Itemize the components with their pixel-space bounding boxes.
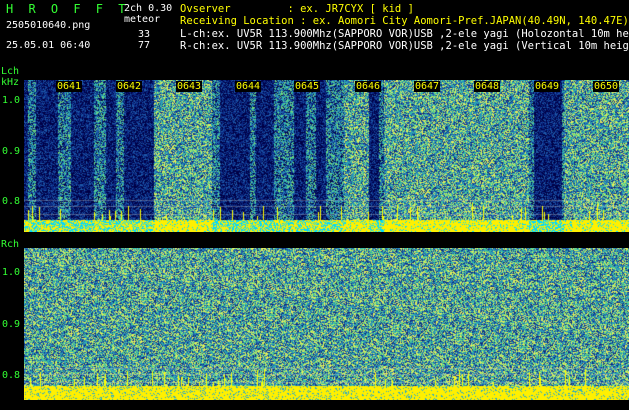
time-label-0641: 0641 <box>56 81 83 92</box>
time-label-0648: 0648 <box>474 81 501 92</box>
mode-label: 2ch 0.30 <box>124 3 173 14</box>
time-label-0643: 0643 <box>176 81 203 92</box>
datetime: 25.05.01 06:40 <box>6 40 91 51</box>
time-label-0647: 0647 <box>414 81 441 92</box>
location-info: Receiving Location : ex. Aomori City Aom… <box>180 15 629 27</box>
observer-info: Ovserver : ex. JR7CYX [ kid ] <box>180 3 414 15</box>
lch-tick-0-8: 0.8 <box>2 196 21 207</box>
time-label-0644: 0644 <box>235 81 262 92</box>
rch-tick-0-8: 0.8 <box>2 370 21 381</box>
time-label-0650: 0650 <box>593 81 620 92</box>
meteor-count-lch: 33 <box>138 29 151 40</box>
rch-tick-0-9: 0.9 <box>2 319 21 330</box>
lch-axis-label: Lch <box>1 66 20 77</box>
lch-tick-1-0: 1.0 <box>2 95 21 106</box>
time-label-0645: 0645 <box>294 81 321 92</box>
filename: 2505010640.png <box>6 20 91 31</box>
rch-info: R-ch:ex. UV5R 113.900Mhz(SAPPORO VOR)USB… <box>180 40 629 52</box>
khz-axis-label: kHz <box>1 77 20 88</box>
meteor-count-rch: 77 <box>138 40 151 51</box>
lch-spectrogram <box>24 80 629 232</box>
meteor-label: meteor <box>124 14 161 25</box>
time-label-0642: 0642 <box>116 81 143 92</box>
lch-tick-0-9: 0.9 <box>2 146 21 157</box>
title: H R O F F T <box>6 2 130 16</box>
rch-tick-1-0: 1.0 <box>2 267 21 278</box>
time-label-0646: 0646 <box>355 81 382 92</box>
lch-info: L-ch:ex. UV5R 113.900Mhz(SAPPORO VOR)USB… <box>180 28 629 40</box>
rch-spectrogram <box>24 248 629 400</box>
rch-axis-label: Rch <box>1 239 20 250</box>
time-label-0649: 0649 <box>534 81 561 92</box>
